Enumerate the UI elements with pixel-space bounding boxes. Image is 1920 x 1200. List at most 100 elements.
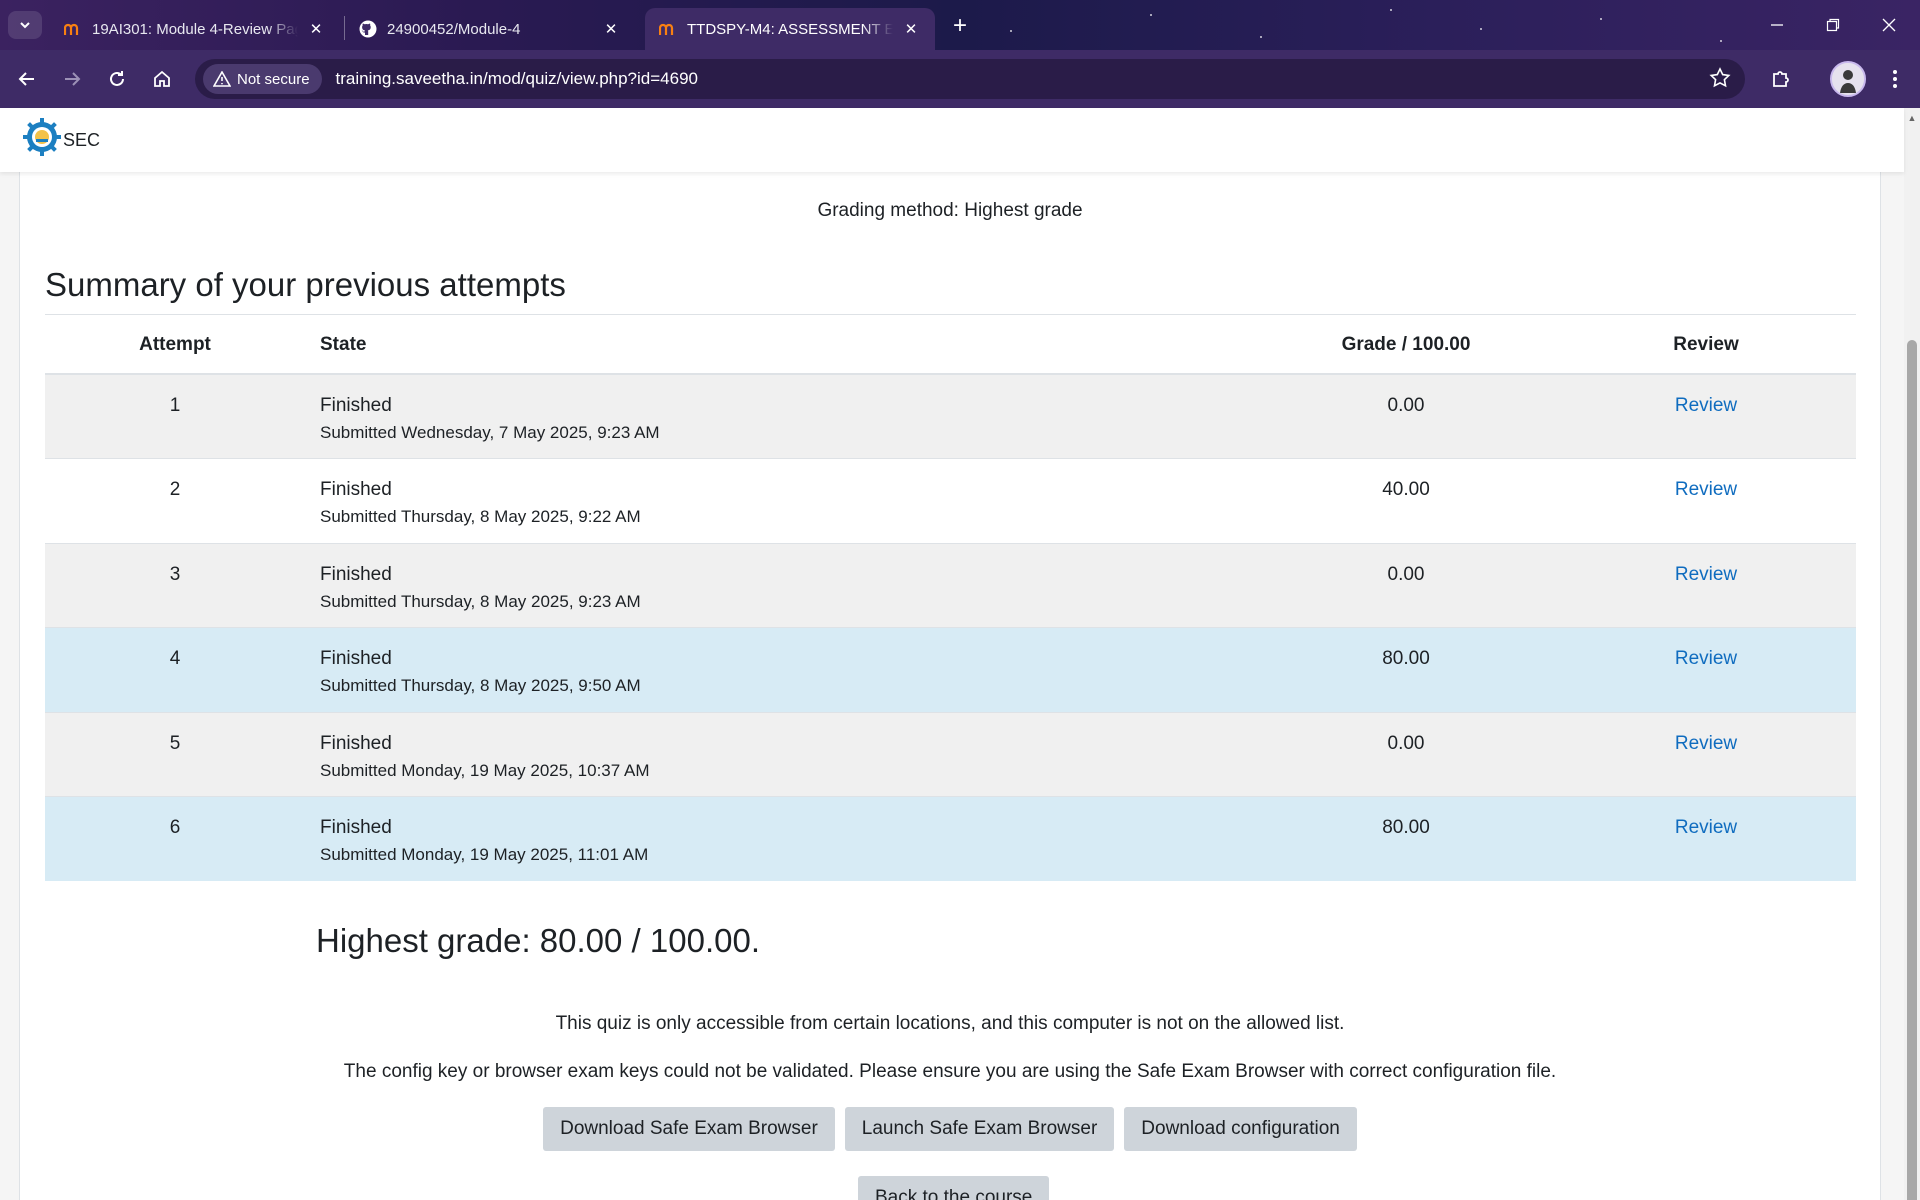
attempt-submitted-date: Submitted Wednesday, 7 May 2025, 9:23 AM bbox=[320, 423, 660, 442]
close-window-button[interactable] bbox=[1862, 8, 1916, 42]
browser-menu-button[interactable] bbox=[1878, 62, 1912, 96]
decor-star bbox=[1150, 14, 1152, 16]
security-label: Not secure bbox=[237, 70, 310, 88]
tab-assessment-exam[interactable]: TTDSPY-M4: ASSESSMENT EXAM ✕ bbox=[645, 8, 935, 50]
attempt-number: 5 bbox=[45, 711, 305, 797]
tab-title: 19AI301: Module 4-Review Page bbox=[92, 20, 298, 38]
attempt-state-cell: Finished Submitted Wednesday, 7 May 2025… bbox=[305, 373, 1256, 459]
brand-name[interactable]: SEC bbox=[63, 130, 100, 151]
tab-github-module4[interactable]: 24900452/Module-4 ✕ bbox=[345, 8, 635, 50]
review-link[interactable]: Review bbox=[1675, 733, 1737, 754]
url-text[interactable]: training.saveetha.in/mod/quiz/view.php?i… bbox=[336, 69, 698, 89]
chevron-down-icon bbox=[20, 22, 30, 29]
attempt-review-cell: Review bbox=[1556, 796, 1856, 881]
attempt-state-cell: Finished Submitted Monday, 19 May 2025, … bbox=[305, 711, 1256, 797]
minimize-button[interactable] bbox=[1750, 8, 1804, 42]
attempt-state: Finished bbox=[320, 648, 392, 669]
attempt-number: 4 bbox=[45, 627, 305, 712]
attempt-state: Finished bbox=[320, 563, 392, 585]
forward-button[interactable] bbox=[55, 62, 89, 96]
reload-icon bbox=[110, 71, 124, 86]
review-link[interactable]: Review bbox=[1675, 564, 1737, 585]
site-header: SEC bbox=[0, 108, 1904, 172]
location-notice: This quiz is only accessible from certai… bbox=[555, 1013, 1345, 1034]
column-header-attempt: Attempt bbox=[45, 316, 305, 375]
person-icon bbox=[1832, 63, 1864, 95]
table-row-highest: 6 Finished Submitted Monday, 19 May 2025… bbox=[45, 796, 1856, 881]
review-link[interactable]: Review bbox=[1675, 648, 1737, 669]
table-header-row: Attempt State Grade / 100.00 Review bbox=[45, 316, 1856, 375]
download-configuration-button[interactable]: Download configuration bbox=[1124, 1107, 1357, 1151]
attempt-number: 1 bbox=[45, 373, 305, 459]
moodle-icon bbox=[64, 20, 82, 38]
attempt-number: 3 bbox=[45, 542, 305, 628]
security-chip[interactable]: Not secure bbox=[203, 64, 322, 94]
launch-seb-button[interactable]: Launch Safe Exam Browser bbox=[844, 1107, 1115, 1151]
bookmark-star-icon[interactable] bbox=[1709, 67, 1731, 94]
restore-icon bbox=[1826, 18, 1840, 32]
extensions-button[interactable] bbox=[1764, 62, 1798, 96]
attempt-review-cell: Review bbox=[1556, 373, 1856, 459]
attempt-state-cell: Finished Submitted Thursday, 8 May 2025,… bbox=[305, 458, 1256, 543]
divider bbox=[45, 314, 1856, 315]
back-button[interactable] bbox=[10, 62, 44, 96]
new-tab-button[interactable]: + bbox=[945, 12, 975, 40]
highest-grade: Highest grade: 80.00 / 100.00. bbox=[316, 922, 760, 959]
tab-title: TTDSPY-M4: ASSESSMENT EXAM bbox=[687, 20, 893, 38]
reload-button[interactable] bbox=[100, 62, 134, 96]
attempt-number: 2 bbox=[45, 458, 305, 543]
restore-button[interactable] bbox=[1806, 8, 1860, 42]
attempt-grade: 0.00 bbox=[1256, 711, 1556, 797]
gear-logo-icon bbox=[23, 118, 61, 156]
attempt-state-cell: Finished Submitted Thursday, 8 May 2025,… bbox=[305, 627, 1256, 712]
attempt-number: 6 bbox=[45, 796, 305, 881]
decor-star bbox=[1390, 9, 1392, 11]
page-scrollbar[interactable]: ▲ bbox=[1904, 108, 1920, 1200]
arrow-right-icon bbox=[65, 72, 81, 86]
site-logo[interactable] bbox=[22, 117, 62, 157]
table-row: 2 Finished Submitted Thursday, 8 May 202… bbox=[45, 458, 1856, 543]
arrow-left-icon bbox=[18, 72, 34, 86]
decor-star bbox=[1010, 30, 1012, 32]
attempt-submitted-date: Submitted Monday, 19 May 2025, 11:01 AM bbox=[320, 845, 649, 864]
home-button[interactable] bbox=[145, 62, 179, 96]
download-seb-button[interactable]: Download Safe Exam Browser bbox=[543, 1107, 835, 1151]
seb-button-row: Download Safe Exam Browser Launch Safe E… bbox=[0, 1107, 1900, 1151]
attempt-grade: 0.00 bbox=[1256, 542, 1556, 628]
review-link[interactable]: Review bbox=[1675, 817, 1737, 838]
tab-title: 24900452/Module-4 bbox=[387, 20, 521, 38]
attempt-review-cell: Review bbox=[1556, 542, 1856, 628]
minimize-icon bbox=[1771, 24, 1783, 26]
browser-toolbar: Not secure training.saveetha.in/mod/quiz… bbox=[0, 50, 1920, 108]
column-header-review: Review bbox=[1556, 316, 1856, 375]
attempt-grade: 40.00 bbox=[1256, 458, 1556, 543]
close-icon[interactable]: ✕ bbox=[901, 19, 921, 39]
review-link[interactable]: Review bbox=[1675, 479, 1737, 500]
attempt-state: Finished bbox=[320, 817, 392, 838]
tab-strip: 19AI301: Module 4-Review Page ✕ 24900452… bbox=[0, 0, 1920, 50]
close-icon[interactable]: ✕ bbox=[306, 19, 326, 39]
scrollbar-thumb[interactable] bbox=[1907, 340, 1917, 1200]
warning-icon bbox=[213, 71, 231, 87]
tab-search-button[interactable] bbox=[8, 11, 42, 39]
tab-module4-review[interactable]: 19AI301: Module 4-Review Page ✕ bbox=[50, 8, 340, 50]
scroll-up-arrow-icon[interactable]: ▲ bbox=[1904, 112, 1920, 124]
close-icon[interactable]: ✕ bbox=[601, 19, 621, 39]
attempt-submitted-date: Submitted Thursday, 8 May 2025, 9:23 AM bbox=[320, 591, 641, 611]
back-to-course-button[interactable]: Back to the course bbox=[858, 1176, 1050, 1200]
puzzle-icon bbox=[1773, 71, 1789, 87]
profile-avatar[interactable] bbox=[1830, 61, 1866, 97]
table-row: 3 Finished Submitted Thursday, 8 May 202… bbox=[45, 542, 1856, 628]
attempt-review-cell: Review bbox=[1556, 458, 1856, 543]
plus-icon: + bbox=[952, 12, 967, 39]
attempt-state: Finished bbox=[320, 732, 392, 754]
decor-star bbox=[1480, 28, 1482, 30]
home-icon bbox=[154, 70, 170, 87]
review-link[interactable]: Review bbox=[1675, 395, 1737, 416]
summary-heading: Summary of your previous attempts bbox=[45, 266, 566, 303]
decor-star bbox=[1720, 40, 1722, 42]
address-bar[interactable]: Not secure training.saveetha.in/mod/quiz… bbox=[195, 59, 1745, 99]
config-key-notice: The config key or browser exam keys coul… bbox=[343, 1061, 1557, 1082]
attempt-review-cell: Review bbox=[1556, 627, 1856, 712]
attempt-submitted-date: Submitted Monday, 19 May 2025, 10:37 AM bbox=[320, 760, 650, 780]
